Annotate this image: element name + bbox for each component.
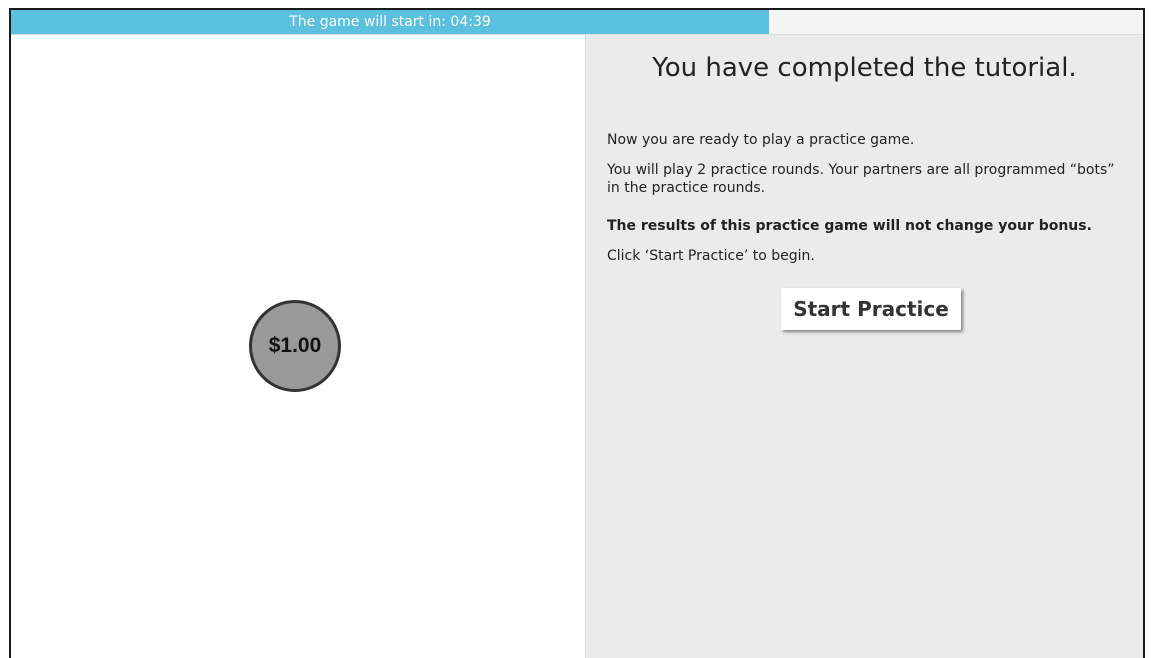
tutorial-bonus-warning: The results of this practice game will n… [607,218,1092,234]
countdown-label: The game will start in: 04:39 [289,14,491,30]
tutorial-panel: You have completed the tutorial. Now you… [586,35,1143,658]
countdown-bar: The game will start in: 04:39 [11,10,1143,35]
tutorial-title: You have completed the tutorial. [652,53,1077,83]
tutorial-rounds-text: You will play 2 practice rounds. Your pa… [607,162,1115,196]
window-right-border [1143,10,1145,658]
coin-value: $1.00 [268,334,322,357]
coin-token: $1.00 [249,300,341,392]
game-window: The game will start in: 04:39 $1.00 You … [0,0,1154,658]
game-board: $1.00 [11,35,586,658]
start-practice-button[interactable]: Start Practice [781,288,961,330]
tutorial-instruction: Click ‘Start Practice’ to begin. [607,248,815,264]
tutorial-ready-text: Now you are ready to play a practice gam… [607,132,915,148]
countdown-bar-fill: The game will start in: 04:39 [11,10,769,34]
